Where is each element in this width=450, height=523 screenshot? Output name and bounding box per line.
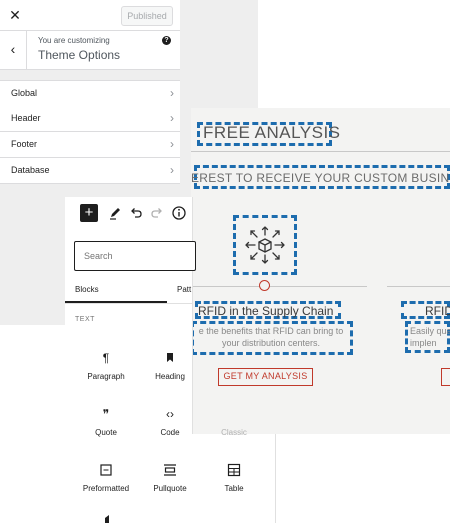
- info-icon[interactable]: [170, 204, 188, 222]
- block-pullquote[interactable]: Pullquote: [138, 462, 202, 512]
- code-icon: ‹›: [166, 407, 174, 421]
- close-icon[interactable]: ✕: [5, 6, 25, 24]
- divider: [387, 286, 450, 287]
- tab-patterns[interactable]: Patt: [177, 285, 191, 294]
- section-item-header[interactable]: Header ›: [0, 106, 180, 132]
- redo-icon[interactable]: [148, 204, 166, 222]
- block-heading[interactable]: Heading: [138, 350, 202, 400]
- chevron-right-icon: ›: [170, 163, 174, 177]
- preview-heading[interactable]: FREE ANALYSIS: [203, 123, 341, 143]
- panel-title: Theme Options: [38, 48, 121, 62]
- get-analysis-button[interactable]: GET MY ANALYSIS: [218, 371, 313, 381]
- tab-blocks[interactable]: Blocks: [75, 285, 99, 294]
- block-search-input[interactable]: [74, 241, 196, 271]
- block-preformatted[interactable]: Preformatted: [74, 462, 138, 512]
- pullquote-icon: [164, 464, 176, 476]
- block-code[interactable]: ‹› Code: [138, 406, 202, 456]
- block-label: Classic: [221, 428, 247, 437]
- tabs-divider: [65, 303, 192, 304]
- preview-subtitle[interactable]: EREST TO RECEIVE YOUR CUSTOM BUSIN: [191, 171, 449, 185]
- divider: [191, 151, 450, 152]
- list-icon: [105, 515, 109, 523]
- block-label: Table: [224, 484, 244, 493]
- card-description-line: implen: [410, 338, 437, 348]
- published-button[interactable]: Published: [121, 6, 173, 26]
- cta-outline[interactable]: [441, 368, 450, 386]
- paragraph-icon: ¶: [102, 351, 110, 365]
- section-item-database[interactable]: Database ›: [0, 158, 180, 184]
- preformatted-icon: [100, 464, 112, 476]
- block-label: Preformatted: [82, 484, 130, 493]
- category-heading: TEXT: [75, 316, 95, 323]
- divider: [191, 286, 367, 287]
- card-title[interactable]: RFID: [425, 304, 450, 318]
- table-icon: [227, 463, 241, 477]
- site-preview: FREE ANALYSIS EREST TO RECEIVE YOUR CUST…: [191, 108, 450, 434]
- block-label: Paragraph: [87, 372, 125, 381]
- block-label: Code: [160, 428, 180, 437]
- add-block-button[interactable]: +: [80, 204, 98, 222]
- section-item-global[interactable]: Global ›: [0, 80, 180, 107]
- box-with-arrows-icon[interactable]: [241, 224, 289, 266]
- undo-icon[interactable]: [127, 204, 145, 222]
- bookmark-icon: [167, 353, 173, 362]
- block-label: Pullquote: [153, 484, 187, 493]
- quote-icon: ❞: [102, 407, 110, 421]
- chevron-right-icon: ›: [170, 111, 174, 125]
- block-label: Quote: [95, 428, 117, 437]
- block-label: Heading: [155, 372, 185, 381]
- card-title[interactable]: RFID in the Supply Chain: [198, 304, 333, 318]
- block-table[interactable]: Table: [202, 462, 266, 512]
- chevron-right-icon: ›: [170, 86, 174, 100]
- section-label: Global: [11, 88, 38, 98]
- block-paragraph[interactable]: ¶ Paragraph: [74, 350, 138, 400]
- chevron-right-icon: ›: [170, 137, 174, 151]
- back-button[interactable]: ‹: [0, 31, 27, 69]
- customizer-section-header: ‹ You are customizing Theme Options ?: [0, 31, 180, 70]
- customizing-label: You are customizing: [38, 36, 110, 45]
- card-description-line: Easily qua: [410, 326, 450, 336]
- customizer-top-bar: ✕ Published: [0, 0, 180, 31]
- section-label: Header: [11, 113, 41, 123]
- help-icon[interactable]: ?: [162, 36, 171, 45]
- block-classic[interactable]: Classic: [202, 406, 266, 456]
- card-description[interactable]: Easily qua implen: [410, 325, 450, 349]
- section-item-footer[interactable]: Footer ›: [0, 132, 180, 158]
- section-label: Database: [11, 165, 50, 175]
- section-label: Footer: [11, 139, 38, 149]
- pen-icon[interactable]: [106, 204, 124, 222]
- block-quote[interactable]: ❞ Quote: [74, 406, 138, 456]
- card-description[interactable]: e the benefits that RFID can bring to yo…: [191, 325, 351, 349]
- circle-marker-icon: [259, 280, 270, 291]
